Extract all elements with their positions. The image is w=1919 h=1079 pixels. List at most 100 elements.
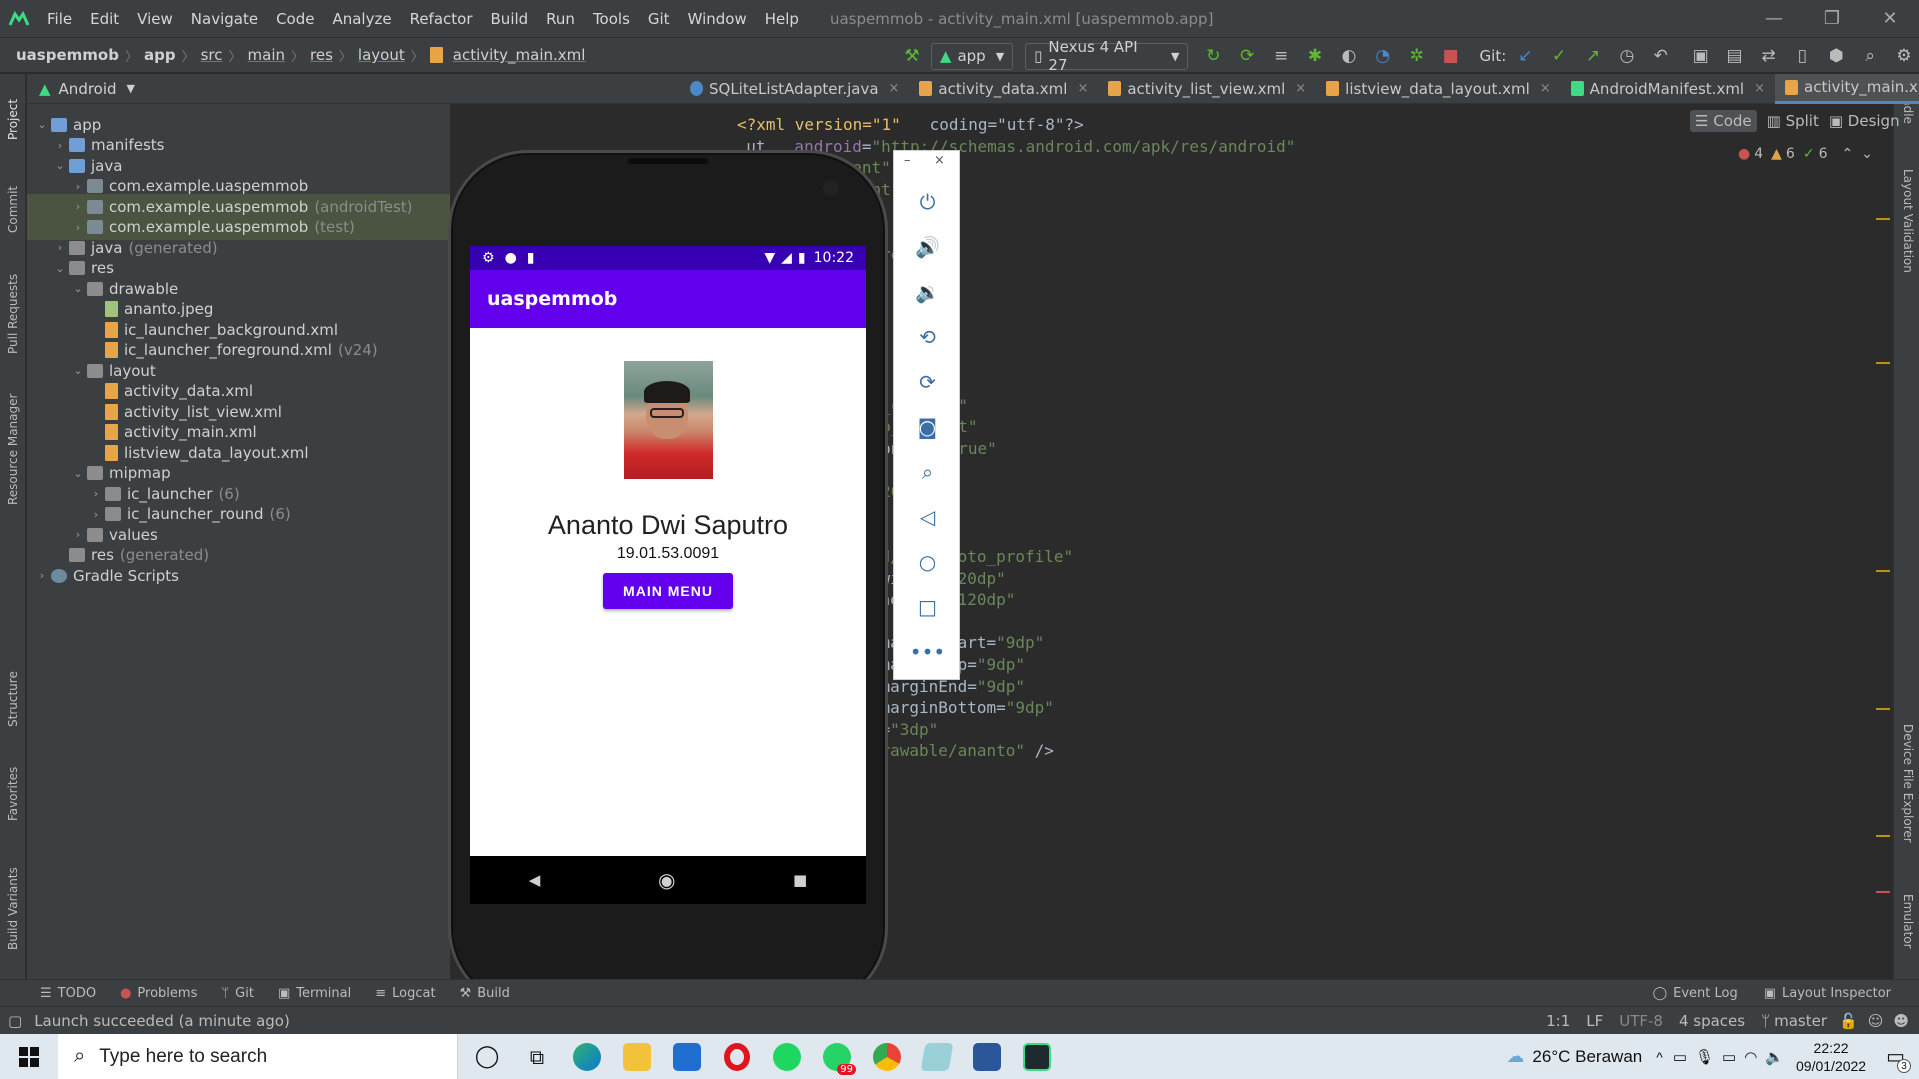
close-tab-icon[interactable]: ×	[1754, 81, 1765, 96]
overview-icon[interactable]: □	[894, 589, 961, 625]
project-tool-tab[interactable]: Project	[2, 84, 24, 154]
menu-edit[interactable]: Edit	[81, 10, 128, 28]
close-tab-icon[interactable]: ×	[889, 81, 900, 96]
chevron-right-icon[interactable]: ›	[51, 241, 69, 254]
avd-manager-icon[interactable]: ▯	[1787, 41, 1817, 71]
file-encoding[interactable]: UTF-8	[1619, 1012, 1663, 1030]
menu-run[interactable]: Run	[537, 10, 584, 28]
stripe-mark[interactable]	[1876, 835, 1890, 837]
device-select[interactable]: ▯ Nexus 4 API 27 ▼	[1025, 38, 1189, 74]
cortana-icon[interactable]: ◯	[462, 1034, 512, 1079]
tree-item[interactable]: › Gradle Scripts	[27, 563, 450, 588]
task-view-icon[interactable]: ⧉	[512, 1034, 562, 1079]
inspection-widget[interactable]: ● 4 ▲ 6 ✓ 6 ⌃ ⌄	[1738, 146, 1873, 162]
taskbar-clock[interactable]: 22:22 09/01/2022	[1796, 1039, 1866, 1075]
zoom-icon[interactable]: ⌕	[894, 454, 961, 490]
word-icon[interactable]	[962, 1034, 1012, 1079]
chevron-down-icon[interactable]: ⌄	[69, 364, 87, 377]
menu-refactor[interactable]: Refactor	[401, 10, 482, 28]
menu-analyze[interactable]: Analyze	[323, 10, 400, 28]
whatsapp-icon[interactable]: 99	[812, 1034, 862, 1079]
recents-nav-icon[interactable]: ■	[793, 871, 807, 889]
emu-close-icon[interactable]: ×	[934, 153, 945, 168]
history-icon[interactable]: ◷	[1612, 41, 1642, 71]
editor-tab[interactable]: activity_list_view.xml ×	[1098, 74, 1316, 104]
restore-icon[interactable]: ❐	[1803, 0, 1861, 37]
menu-file[interactable]: File	[38, 10, 81, 28]
network-icon[interactable]: ◠	[1744, 1048, 1757, 1066]
breadcrumb-item[interactable]: res	[306, 46, 337, 64]
chevron-down-icon[interactable]: ⌄	[33, 118, 51, 131]
chrome-icon[interactable]	[862, 1034, 912, 1079]
chevron-right-icon[interactable]: ›	[33, 569, 51, 582]
stripe-mark[interactable]	[1876, 218, 1890, 220]
chevron-up-icon[interactable]: ^	[1656, 1049, 1663, 1065]
caret-position[interactable]: 1:1	[1546, 1012, 1570, 1030]
inspection-profile-icon[interactable]: ☺	[1868, 1012, 1884, 1030]
code-mode-button[interactable]: ☰ Code	[1690, 110, 1757, 132]
volume-up-icon[interactable]: 🔊	[894, 229, 961, 265]
spotify-icon[interactable]	[762, 1034, 812, 1079]
more-icon[interactable]: •••	[894, 634, 961, 670]
power-icon[interactable]: ⏻	[894, 184, 961, 220]
coverage-icon[interactable]: ◐	[1334, 41, 1364, 71]
prev-highlight-icon[interactable]: ⌃	[1842, 146, 1854, 162]
editor-tab[interactable]: activity_main.xml×	[1775, 73, 1919, 104]
git-branch[interactable]: master	[1774, 1012, 1827, 1030]
chevron-right-icon[interactable]: ›	[69, 528, 87, 541]
search-icon[interactable]: ⌕	[1855, 41, 1885, 71]
editor-tab[interactable]: listview_data_layout.xml ×	[1316, 74, 1561, 104]
apply-changes-icon[interactable]: ↻	[1198, 41, 1228, 71]
back-nav-icon[interactable]: ◀	[529, 871, 541, 889]
editor-tab[interactable]: AndroidManifest.xml ×	[1561, 74, 1775, 104]
resource-manager-tool-tab[interactable]: Resource Manager	[2, 384, 24, 514]
close-icon[interactable]: ✕	[1861, 0, 1919, 37]
device-icon[interactable]: ▭	[1673, 1048, 1687, 1066]
volume-icon[interactable]: 🔈	[1765, 1048, 1784, 1066]
pull-requests-tool-tab[interactable]: Pull Requests	[2, 259, 24, 369]
layout-inspector-tool[interactable]: ▣ Layout Inspector	[1764, 986, 1891, 1001]
chevron-down-icon[interactable]: ▼	[127, 82, 135, 95]
menu-help[interactable]: Help	[756, 10, 808, 28]
build-tool[interactable]: ⚒ Build	[460, 986, 510, 1001]
stripe-mark[interactable]	[1876, 891, 1890, 893]
breadcrumb-item[interactable]: activity_main.xml	[449, 46, 590, 64]
close-tab-icon[interactable]: ×	[1077, 81, 1088, 96]
settings-icon[interactable]: ⚙	[1889, 41, 1919, 71]
todo-tool[interactable]: ☰ TODO	[40, 986, 96, 1001]
project-structure-icon[interactable]: ▣	[1686, 41, 1716, 71]
emu-minimize-icon[interactable]: –	[904, 153, 911, 168]
commit-tool-tab[interactable]: Commit	[2, 174, 24, 244]
stripe-mark[interactable]	[1876, 570, 1890, 572]
chevron-down-icon[interactable]: ⌄	[69, 467, 87, 480]
breadcrumb-item[interactable]: uaspemmob	[12, 46, 123, 64]
emulator-tool-tab[interactable]: Emulator	[1897, 894, 1919, 974]
rotate-left-icon[interactable]: ⟲	[894, 319, 961, 355]
weather-text[interactable]: 26°C Berawan	[1532, 1047, 1642, 1067]
hammer-icon[interactable]: ⚒	[897, 41, 927, 71]
chevron-right-icon[interactable]: ›	[87, 487, 105, 500]
chevron-down-icon[interactable]: ⌄	[51, 159, 69, 172]
notes-app-icon[interactable]	[912, 1034, 962, 1079]
design-mode-button[interactable]: ▣ Design	[1829, 112, 1900, 130]
next-highlight-icon[interactable]: ⌄	[1861, 146, 1873, 162]
edge-icon[interactable]	[562, 1034, 612, 1079]
menu-code[interactable]: Code	[267, 10, 323, 28]
structure-tool-tab[interactable]: Structure	[2, 659, 24, 739]
menu-git[interactable]: Git	[639, 10, 679, 28]
camera-icon[interactable]: ◙	[894, 409, 961, 445]
git-update-icon[interactable]: ↙	[1510, 41, 1540, 71]
close-tab-icon[interactable]: ×	[1540, 81, 1551, 96]
problems-tool[interactable]: ● Problems	[120, 986, 197, 1001]
stop-icon[interactable]: ■	[1436, 41, 1466, 71]
terminal-tool[interactable]: ▣ Terminal	[278, 986, 351, 1001]
breadcrumb-item[interactable]: src	[197, 46, 227, 64]
battery-icon[interactable]: ▭	[1722, 1048, 1736, 1066]
file-explorer-icon[interactable]	[612, 1034, 662, 1079]
stripe-mark[interactable]	[1876, 362, 1890, 364]
chevron-down-icon[interactable]: ⌄	[51, 262, 69, 275]
stripe-mark[interactable]	[1876, 708, 1890, 710]
status-message[interactable]: Launch succeeded (a minute ago)	[34, 1012, 290, 1030]
menu-tools[interactable]: Tools	[584, 10, 639, 28]
breadcrumb-item[interactable]: main	[244, 46, 289, 64]
